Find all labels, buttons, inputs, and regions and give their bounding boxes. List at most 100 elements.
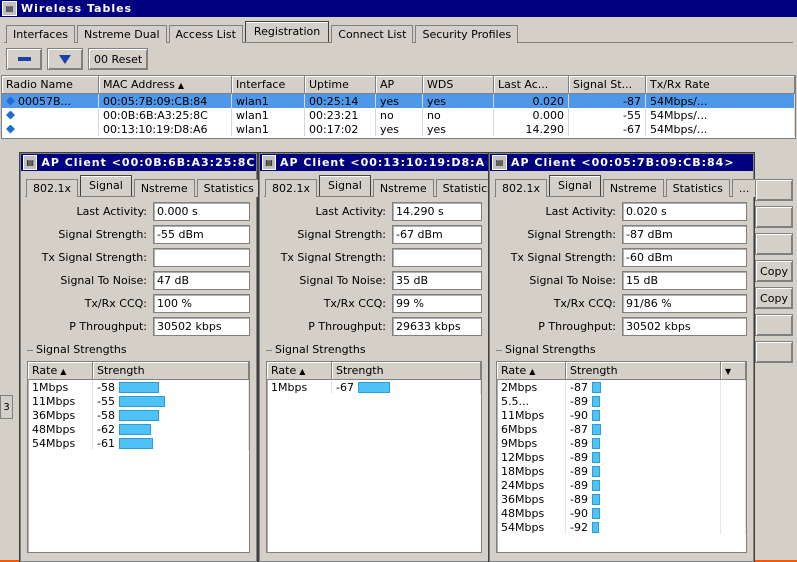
window-menu-icon[interactable]: ▤ [492,155,507,170]
column-chooser-button[interactable]: ▼ [720,362,746,380]
tab-signal[interactable]: Signal [319,175,371,196]
tab-security-profiles[interactable]: Security Profiles [415,25,519,43]
tab-802-1x[interactable]: 802.1x [26,179,79,197]
tab-802-1x[interactable]: 802.1x [265,179,318,197]
tab-nstreme[interactable]: Nstreme [133,179,195,197]
col-uptime[interactable]: Uptime [304,76,376,94]
table-row[interactable]: 00057B... 00:05:7B:09:CB:84 wlan1 00:25:… [2,93,795,108]
table-row[interactable]: 48Mbps -62 [28,422,249,436]
signal-strengths-table-2[interactable]: Rate ▲ Strength 1Mbps -67 [266,361,482,553]
side-button-3[interactable] [755,233,793,255]
col-interface[interactable]: Interface [231,76,305,94]
table-row[interactable]: 1Mbps -58 [28,379,249,394]
table-row[interactable]: 9Mbps -89 [497,436,746,450]
table-row[interactable]: 24Mbps -89 [497,478,746,492]
side-button-1[interactable] [755,179,793,201]
side-button-copy-2[interactable]: Copy [755,287,793,309]
cell-strength: -89 [565,464,721,478]
table-row[interactable]: 00:0B:6B:A3:25:8C wlan1 00:23:21 no no 0… [2,108,795,122]
signal-strengths-table-3[interactable]: Rate ▲ Strength ▼ 2Mbps -87 5.5... -89 11Mb… [496,361,747,553]
field-value[interactable]: -55 dBm [153,224,250,244]
field-value[interactable]: 30502 kbps [153,316,250,336]
side-button-7[interactable] [755,341,793,363]
tab-overflow[interactable]: ... [731,179,757,197]
col-tx-rx-rate[interactable]: Tx/Rx Rate [645,76,795,94]
cell-interface: wlan1 [231,122,305,136]
col-signal-strength[interactable]: Signal St... [568,76,646,94]
col-last-activity[interactable]: Last Ac... [493,76,569,94]
field-value[interactable]: -67 dBm [392,224,482,244]
field-value[interactable]: 99 % [392,293,482,313]
table-row[interactable]: 48Mbps -90 [497,506,746,520]
tab-nstreme[interactable]: Nstreme [602,179,664,197]
table-row[interactable]: 1Mbps -67 [267,379,481,394]
table-row[interactable]: 00:13:10:19:D8:A6 wlan1 00:17:02 yes yes… [2,122,795,136]
filter-button[interactable] [47,48,83,70]
tab-signal[interactable]: Signal [549,175,601,196]
table-row[interactable]: 6Mbps -87 [497,422,746,436]
reset-button[interactable]: 00 Reset [88,48,149,70]
table-row[interactable]: 36Mbps -89 [497,492,746,506]
table-row[interactable]: 11Mbps -90 [497,408,746,422]
field-value[interactable]: 29633 kbps [392,316,482,336]
field-value[interactable]: -87 dBm [622,224,747,244]
ap-client-1-titlebar[interactable]: ▤ AP Client <00:0B:6B:A3:25:8C> [21,154,256,171]
window-menu-icon[interactable]: ▤ [262,155,276,170]
col-mac-address[interactable]: MAC Address ▲ [98,76,232,94]
table-row[interactable]: 54Mbps -92 [497,520,746,534]
tab-nstreme-dual[interactable]: Nstreme Dual [76,25,167,43]
field-value[interactable]: 47 dB [153,270,250,290]
table-row[interactable]: 2Mbps -87 [497,379,746,394]
tab-nstreme[interactable]: Nstreme [372,179,434,197]
table-row[interactable]: 11Mbps -55 [28,394,249,408]
tab-signal[interactable]: Signal [80,175,132,196]
col-strength[interactable]: Strength [565,362,721,380]
col-rate[interactable]: Rate ▲ [267,362,332,380]
window-menu-icon[interactable]: ▤ [2,1,17,16]
table-row[interactable]: 5.5... -89 [497,394,746,408]
strength-value: -62 [97,422,115,436]
sidebar-collapsed-tab[interactable]: 3 [0,395,13,419]
tab-registration[interactable]: Registration [244,21,330,42]
field-value[interactable]: 100 % [153,293,250,313]
col-rate[interactable]: Rate ▲ [28,362,93,380]
field-value[interactable] [392,247,482,267]
tab-interfaces[interactable]: Interfaces [6,25,75,43]
field-value[interactable]: 15 dB [622,270,747,290]
field-value[interactable]: 91/86 % [622,293,747,313]
registration-table[interactable]: Radio Name MAC Address ▲ Interface Uptime… [1,75,796,139]
tab-access-list[interactable]: Access List [168,25,243,43]
ap-client-2-titlebar[interactable]: ▤ AP Client <00:13:10:19:D8:A6> [260,154,488,171]
table-row[interactable]: 18Mbps -89 [497,464,746,478]
col-strength[interactable]: Strength [331,362,481,380]
tab-statistics[interactable]: Statistics [665,179,730,197]
ap-client-3-titlebar[interactable]: ▤ AP Client <00:05:7B:09:CB:84> [490,154,753,171]
table-row[interactable]: 36Mbps -58 [28,408,249,422]
col-ap[interactable]: AP [375,76,423,94]
side-button-2[interactable] [755,206,793,228]
col-wds[interactable]: WDS [422,76,494,94]
field-value[interactable] [153,247,250,267]
tab-statistics[interactable]: Statistics [196,179,261,197]
field-value[interactable]: 14.290 s [392,201,482,221]
remove-button[interactable] [6,48,42,70]
col-strength[interactable]: Strength [92,362,249,380]
field-value[interactable]: 0.000 s [153,201,250,221]
wireless-tables-titlebar[interactable]: ▤ Wireless Tables [0,0,797,17]
table-row[interactable]: 12Mbps -89 [497,450,746,464]
col-radio-name[interactable]: Radio Name [2,76,99,94]
tab-802-1x[interactable]: 802.1x [495,179,548,197]
ap-client-3-title: AP Client <00:05:7B:09:CB:84> [511,156,735,169]
side-button-copy-1[interactable]: Copy [755,260,793,282]
tab-connect-list[interactable]: Connect List [331,25,414,43]
signal-strengths-table-1[interactable]: Rate ▲ Strength 1Mbps -58 11Mbps -55 36Mbps… [27,361,250,553]
cell-radio-name [2,108,99,122]
field-value[interactable]: 0.020 s [622,201,747,221]
window-menu-icon[interactable]: ▤ [23,155,38,170]
field-value[interactable]: -60 dBm [622,247,747,267]
field-value[interactable]: 30502 kbps [622,316,747,336]
field-value[interactable]: 35 dB [392,270,482,290]
col-rate[interactable]: Rate ▲ [497,362,566,380]
table-row[interactable]: 54Mbps -61 [28,436,249,450]
side-button-6[interactable] [755,314,793,336]
